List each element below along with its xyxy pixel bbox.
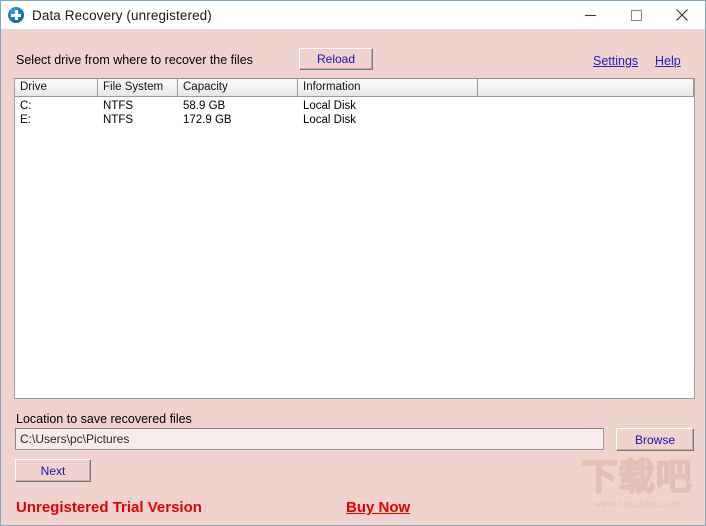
cell-information: Local Disk bbox=[303, 114, 357, 126]
drive-instruction-label: Select drive from where to recover the f… bbox=[16, 53, 253, 67]
drive-list-header: Drive File System Capacity Information bbox=[15, 79, 694, 97]
browse-button[interactable]: Browse bbox=[616, 428, 694, 451]
drive-list-body: C: NTFS 58.9 GB Local Disk E: NTFS 172.9… bbox=[15, 97, 694, 127]
maximize-icon[interactable] bbox=[613, 1, 659, 30]
cell-information: Local Disk bbox=[303, 100, 357, 112]
settings-link[interactable]: Settings bbox=[593, 54, 638, 68]
table-row[interactable]: C: NTFS 58.9 GB Local Disk bbox=[15, 99, 694, 113]
window-controls bbox=[567, 1, 705, 30]
column-header-drive[interactable]: Drive bbox=[15, 79, 98, 96]
cell-capacity: 172.9 GB bbox=[183, 114, 232, 126]
close-icon[interactable] bbox=[659, 1, 705, 30]
minimize-icon[interactable] bbox=[567, 1, 613, 30]
title-bar: Data Recovery (unregistered) bbox=[1, 1, 705, 30]
trial-status-text: Unregistered Trial Version bbox=[16, 499, 202, 516]
window-title: Data Recovery (unregistered) bbox=[32, 7, 212, 23]
watermark-logo-text: 下载吧 bbox=[581, 456, 693, 499]
next-button[interactable]: Next bbox=[15, 459, 91, 482]
cell-file-system: NTFS bbox=[103, 100, 134, 112]
blue-plus-circle-icon bbox=[8, 7, 24, 23]
watermark-url-text: www.xiazaiba.com bbox=[593, 499, 681, 510]
cell-extra bbox=[478, 113, 694, 127]
cell-drive: E: bbox=[20, 114, 31, 126]
column-header-capacity[interactable]: Capacity bbox=[178, 79, 298, 96]
save-path-input[interactable] bbox=[15, 428, 604, 450]
data-recovery-window: Data Recovery (unregistered) Select driv… bbox=[0, 0, 706, 526]
help-link[interactable]: Help bbox=[655, 54, 681, 68]
column-header-extra[interactable] bbox=[478, 79, 694, 96]
buy-now-link[interactable]: Buy Now bbox=[346, 499, 410, 516]
cell-file-system: NTFS bbox=[103, 114, 134, 126]
cell-drive: C: bbox=[20, 100, 32, 112]
drive-list[interactable]: Drive File System Capacity Information C… bbox=[14, 78, 695, 399]
column-header-file-system[interactable]: File System bbox=[98, 79, 178, 96]
column-header-information[interactable]: Information bbox=[298, 79, 478, 96]
save-location-label: Location to save recovered files bbox=[16, 412, 192, 426]
site-watermark: 下载吧 www.xiazaiba.com bbox=[573, 456, 701, 523]
cell-extra bbox=[478, 99, 694, 113]
table-row[interactable]: E: NTFS 172.9 GB Local Disk bbox=[15, 113, 694, 127]
cell-capacity: 58.9 GB bbox=[183, 100, 226, 112]
reload-button[interactable]: Reload bbox=[299, 48, 373, 70]
